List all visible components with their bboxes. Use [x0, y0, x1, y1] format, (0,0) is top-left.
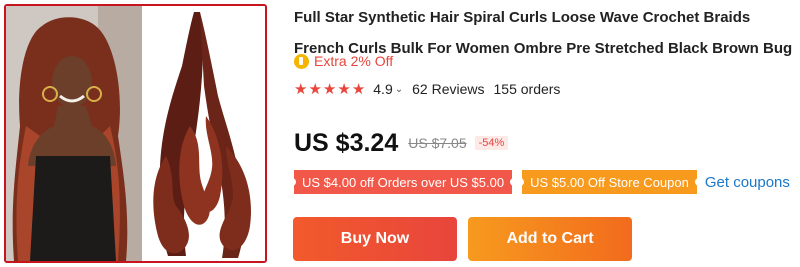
store-coupon-off[interactable]: US $5.00 Off Store Coupon — [520, 170, 699, 194]
price-row: US $3.24 US $7.05 -54% — [294, 126, 509, 160]
rating-row: ★ ★ ★ ★ ★ 4.9 ⌄ 62 Reviews 155 orders — [294, 79, 560, 99]
original-price: US $7.05 — [408, 135, 467, 151]
star-icon: ★ — [351, 79, 366, 98]
coupons-row: US $4.00 off Orders over US $5.00 US $5.… — [291, 170, 790, 194]
star-icon: ★ — [337, 79, 351, 98]
star-rating: ★ ★ ★ ★ ★ — [294, 79, 366, 98]
discount-badge: -54% — [474, 136, 509, 150]
extra-offer-label: Extra 2% Off — [314, 53, 394, 69]
get-coupons-link[interactable]: Get coupons — [705, 174, 790, 191]
star-icon: ★ — [322, 79, 337, 98]
current-price: US $3.24 — [294, 128, 399, 157]
product-title-line-1: Full Star Synthetic Hair Spiral Curls Lo… — [294, 9, 751, 26]
extra-offer: Extra 2% Off — [294, 51, 393, 71]
add-to-cart-button[interactable]: Add to Cart — [468, 217, 632, 261]
orders-count: 155 orders — [493, 81, 561, 97]
star-icon: ★ — [308, 79, 322, 98]
star-icon: ★ — [294, 79, 308, 98]
hair-product-photo — [142, 6, 265, 261]
reviews-count[interactable]: 62 Reviews — [412, 81, 484, 97]
rating-score[interactable]: 4.9 — [373, 81, 392, 97]
coin-icon — [294, 53, 309, 69]
store-coupon-orders-over[interactable]: US $4.00 off Orders over US $5.00 — [291, 170, 515, 194]
buy-now-button[interactable]: Buy Now — [293, 217, 457, 261]
product-image[interactable] — [4, 4, 267, 263]
chevron-down-icon[interactable]: ⌄ — [395, 84, 403, 95]
model-photo — [6, 6, 142, 261]
